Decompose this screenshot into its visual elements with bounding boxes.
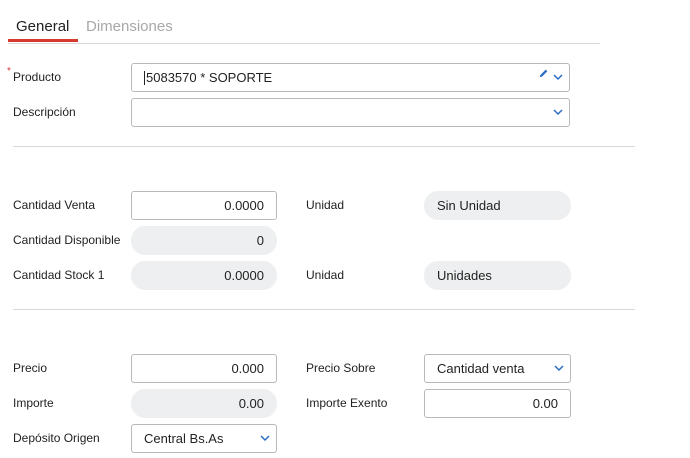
cantidad-venta-label: Cantidad Venta [13, 198, 96, 212]
tabs-divider [8, 43, 600, 44]
producto-value: 5083570 * SOPORTE [146, 70, 273, 85]
section-divider [13, 309, 635, 310]
chevron-down-icon[interactable] [553, 108, 563, 116]
chevron-down-icon[interactable] [554, 364, 564, 372]
edit-pencil-icon[interactable] [538, 68, 549, 79]
chevron-down-icon[interactable] [260, 434, 270, 442]
unidad-stock-value: Unidades [424, 261, 571, 290]
required-marker: * [7, 66, 11, 77]
importe-value: 0.00 [131, 389, 277, 418]
descripcion-label: Descripción [13, 105, 76, 119]
precio-input[interactable]: 0.000 [131, 354, 277, 383]
cantidad-disponible-value: 0 [131, 226, 277, 255]
precio-label: Precio [13, 361, 48, 375]
precio-sobre-select[interactable]: Cantidad venta [424, 354, 571, 383]
unidad-stock-label: Unidad [306, 268, 345, 282]
precio-sobre-label: Precio Sobre [306, 361, 376, 375]
unidad-value: Sin Unidad [424, 191, 571, 220]
cantidad-venta-input[interactable]: 0.0000 [131, 191, 277, 220]
importe-label: Importe [13, 396, 54, 410]
tab-general[interactable]: General [16, 18, 69, 35]
precio-sobre-value: Cantidad venta [437, 361, 525, 376]
section-divider [13, 146, 635, 147]
tab-dimensiones[interactable]: Dimensiones [86, 18, 173, 35]
deposito-origen-label: Depósito Origen [13, 431, 100, 445]
deposito-origen-value: Central Bs.As [144, 431, 224, 446]
cantidad-stock-value: 0.0000 [131, 261, 277, 290]
importe-exento-label: Importe Exento [306, 396, 388, 410]
unidad-label: Unidad [306, 198, 345, 212]
importe-exento-input[interactable]: 0.00 [424, 389, 571, 418]
chevron-down-icon[interactable] [553, 73, 563, 81]
cantidad-stock-label: Cantidad Stock 1 [13, 268, 105, 282]
cantidad-disponible-label: Cantidad Disponible [13, 233, 121, 247]
producto-field[interactable]: 5083570 * SOPORTE [131, 63, 570, 92]
text-cursor [144, 70, 145, 85]
deposito-origen-select[interactable]: Central Bs.As [131, 424, 277, 453]
descripcion-field[interactable] [131, 98, 570, 127]
producto-label: Producto [13, 70, 62, 84]
active-tab-indicator [8, 39, 78, 42]
